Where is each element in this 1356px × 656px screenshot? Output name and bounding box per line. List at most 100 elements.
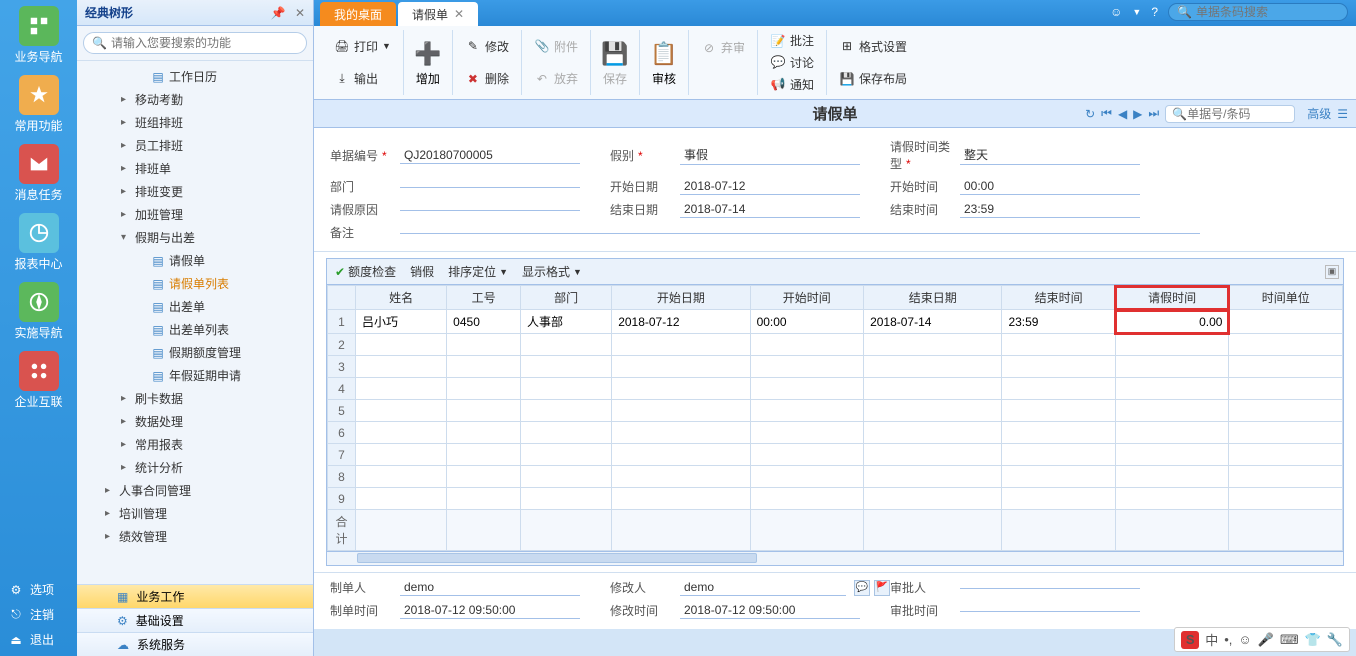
col-empno[interactable]: 工号	[447, 286, 521, 310]
grid-horizontal-scrollbar[interactable]	[326, 552, 1344, 566]
rail-item-implementation[interactable]: 实施导航	[0, 276, 77, 345]
time-type-value[interactable]: 整天	[960, 145, 1140, 165]
display-format-button[interactable]: 显示格式 ▼	[522, 263, 582, 280]
rail-item-reports[interactable]: 报表中心	[0, 207, 77, 276]
dropdown-icon[interactable]: ▼	[1132, 7, 1141, 17]
nav-search[interactable]: 🔍	[1165, 105, 1295, 123]
expand-icon[interactable]: ▸	[121, 186, 133, 197]
rail-item-messages[interactable]: 消息任务	[0, 138, 77, 207]
leave-type-value[interactable]: 事假	[680, 145, 860, 165]
tree-node[interactable]: ▸班组排班	[77, 111, 313, 134]
expand-icon[interactable]: ▸	[121, 462, 133, 473]
format-button[interactable]: ⊞格式设置	[835, 36, 911, 57]
help-icon[interactable]: ?	[1151, 5, 1158, 19]
tree-node[interactable]: ▤请假单列表	[77, 272, 313, 295]
attach-button[interactable]: 📎附件	[530, 36, 582, 57]
next-icon[interactable]: ▶	[1133, 107, 1142, 121]
reason-value[interactable]	[400, 208, 580, 211]
expand-icon[interactable]: ▸	[121, 163, 133, 174]
table-row[interactable]: 9	[328, 488, 1343, 510]
topbar-search[interactable]: 🔍	[1168, 3, 1348, 21]
table-row[interactable]: 7	[328, 444, 1343, 466]
table-row[interactable]: 1吕小巧0450人事部2018-07-1200:002018-07-1423:5…	[328, 310, 1343, 334]
expand-icon[interactable]: ▸	[121, 140, 133, 151]
tree-node[interactable]: ▤出差单列表	[77, 318, 313, 341]
msg-icon[interactable]: 💬	[854, 580, 870, 596]
reject-button[interactable]: ⊘弃审	[697, 37, 749, 58]
rail-item-enterprise[interactable]: 企业互联	[0, 345, 77, 414]
col-start-date[interactable]: 开始日期	[612, 286, 750, 310]
tree-node[interactable]: ▤年假延期申请	[77, 364, 313, 387]
tree-node[interactable]: ▸数据处理	[77, 410, 313, 433]
first-icon[interactable]: ⏮	[1101, 106, 1112, 121]
output-button[interactable]: ⤓输出	[330, 68, 395, 89]
remark-value[interactable]	[400, 231, 1200, 234]
annotate-button[interactable]: 📝批注	[766, 30, 818, 51]
close-icon[interactable]: ✕	[454, 7, 464, 21]
bill-no-value[interactable]: QJ20180700005	[400, 147, 580, 164]
expand-icon[interactable]: ▸	[105, 531, 117, 542]
barcode-search-input[interactable]	[1196, 5, 1351, 19]
tree-node[interactable]: ▸排班单	[77, 157, 313, 180]
tree-node[interactable]: ▸加班管理	[77, 203, 313, 226]
advanced-link[interactable]: 高级	[1307, 105, 1331, 122]
print-button[interactable]: 🖨打印▼	[330, 36, 395, 57]
tree-node[interactable]: ▾假期与出差	[77, 226, 313, 249]
col-start-time[interactable]: 开始时间	[750, 286, 864, 310]
expand-grid-icon[interactable]: ▣	[1325, 265, 1339, 279]
rail-item-business-nav[interactable]: 业务导航	[0, 0, 77, 69]
dept-value[interactable]	[400, 185, 580, 188]
pin-icon[interactable]: 📌	[271, 6, 286, 20]
table-row[interactable]: 8	[328, 466, 1343, 488]
rail-options[interactable]: ⚙选项	[0, 577, 77, 602]
notify-button[interactable]: 📢通知	[766, 74, 818, 95]
tree-node[interactable]: ▸常用报表	[77, 433, 313, 456]
tree-node[interactable]: ▸移动考勤	[77, 88, 313, 111]
tab-desktop[interactable]: 我的桌面	[320, 2, 396, 26]
ime-skin-icon[interactable]: 👕	[1305, 632, 1321, 648]
expand-icon[interactable]: ▸	[121, 94, 133, 105]
tree-node[interactable]: ▸刷卡数据	[77, 387, 313, 410]
ime-punct-icon[interactable]: •,	[1224, 632, 1232, 647]
col-dept[interactable]: 部门	[521, 286, 612, 310]
end-date-value[interactable]: 2018-07-14	[680, 201, 860, 218]
expand-icon[interactable]: ▸	[121, 393, 133, 404]
table-row[interactable]: 3	[328, 356, 1343, 378]
sort-button[interactable]: 排序定位 ▼	[448, 263, 508, 280]
tree-node[interactable]: ▸员工排班	[77, 134, 313, 157]
start-time-value[interactable]: 00:00	[960, 178, 1140, 195]
ime-mode[interactable]: 中	[1205, 630, 1218, 649]
cancel-leave-button[interactable]: 销假	[410, 263, 434, 280]
col-end-time[interactable]: 结束时间	[1002, 286, 1116, 310]
ime-logo-icon[interactable]: S	[1181, 631, 1199, 649]
save-button[interactable]: 💾 保存	[591, 30, 640, 95]
ime-tool-icon[interactable]: 🔧	[1327, 632, 1343, 648]
table-row[interactable]: 6	[328, 422, 1343, 444]
tree-node[interactable]: ▤请假单	[77, 249, 313, 272]
billno-search-input[interactable]	[1187, 107, 1288, 121]
tab-leave-form[interactable]: 请假单✕	[398, 2, 478, 26]
expand-icon[interactable]: ▸	[121, 117, 133, 128]
list-icon[interactable]: ☰	[1337, 107, 1348, 121]
ime-toolbar[interactable]: S 中 •, ☺ 🎤 ⌨ 👕 🔧	[1174, 627, 1350, 652]
refresh-icon[interactable]: ↻	[1085, 107, 1095, 121]
ime-keyboard-icon[interactable]: ⌨	[1280, 632, 1299, 648]
discuss-button[interactable]: 💬讨论	[766, 52, 818, 73]
rail-item-favorites[interactable]: 常用功能	[0, 69, 77, 138]
flag-icon[interactable]: 🚩	[874, 580, 890, 596]
close-icon[interactable]: ✕	[295, 6, 305, 20]
table-row[interactable]: 4	[328, 378, 1343, 400]
expand-icon[interactable]: ▸	[105, 485, 117, 496]
prev-icon[interactable]: ◀	[1118, 107, 1127, 121]
expand-icon[interactable]: ▸	[121, 209, 133, 220]
tree-node[interactable]: ▤假期额度管理	[77, 341, 313, 364]
expand-icon[interactable]: ▸	[121, 439, 133, 450]
table-row[interactable]: 5	[328, 400, 1343, 422]
expand-icon[interactable]: ▸	[121, 416, 133, 427]
expand-icon[interactable]: ▾	[121, 232, 133, 243]
rail-logout[interactable]: ⎋注销	[0, 602, 77, 627]
col-name[interactable]: 姓名	[356, 286, 447, 310]
rail-exit[interactable]: ⏏退出	[0, 627, 77, 652]
abandon-button[interactable]: ↶放弃	[530, 68, 582, 89]
table-row[interactable]: 2	[328, 334, 1343, 356]
